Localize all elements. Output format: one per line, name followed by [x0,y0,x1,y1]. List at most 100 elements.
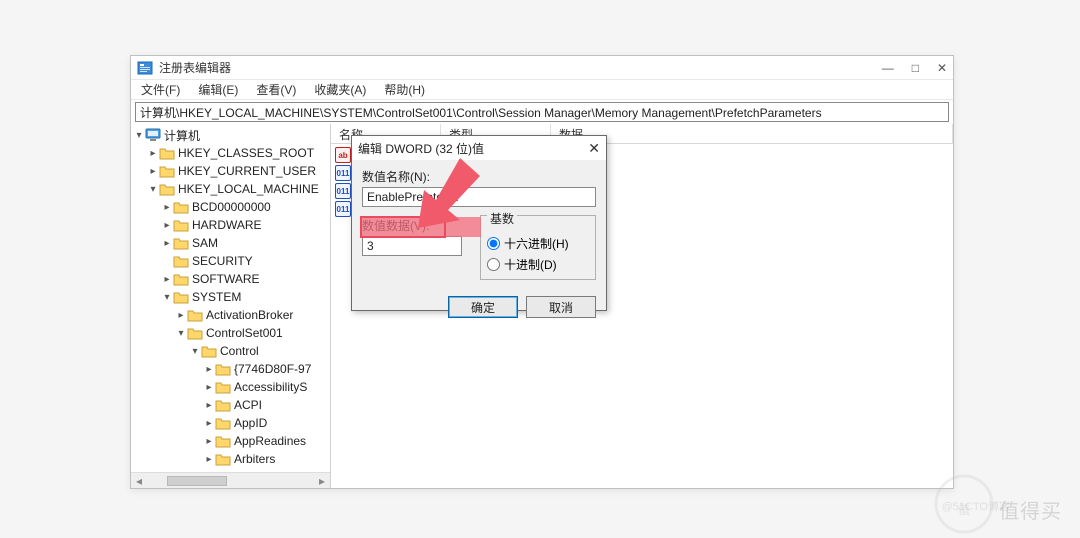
column-data[interactable]: 数据 [551,124,953,143]
watermark-text: 值得买 [999,495,1062,524]
value-data-input[interactable] [362,236,462,256]
radio-dec-row[interactable]: 十进制(D) [487,256,589,273]
titlebar[interactable]: 注册表编辑器 — □ ✕ [131,56,953,80]
radio-hex-row[interactable]: 十六进制(H) [487,235,589,252]
expand-icon[interactable]: ▸ [147,166,159,177]
scroll-right-icon[interactable]: ▸ [314,474,330,488]
expand-icon[interactable]: ▸ [147,148,159,159]
folder-icon [215,452,231,466]
cancel-button[interactable]: 取消 [526,296,596,318]
tree-label: Control [220,344,259,358]
expand-icon[interactable]: ▸ [161,274,173,285]
ok-button[interactable]: 确定 [448,296,518,318]
tree-label: HKEY_CLASSES_ROOT [178,146,314,160]
folder-icon [159,164,175,178]
dword-value-icon: 011 [335,201,351,217]
scrollbar-thumb[interactable] [167,476,227,486]
close-button[interactable]: ✕ [937,61,947,75]
tree-label: ACPI [234,398,262,412]
folder-icon [173,272,189,286]
folder-icon [215,398,231,412]
folder-icon [173,218,189,232]
dialog-titlebar[interactable]: 编辑 DWORD (32 位)值 ✕ [352,136,606,160]
folder-icon [201,344,217,358]
tree-controlset001[interactable]: ▾ControlSet001 [131,324,330,342]
maximize-button[interactable]: □ [912,61,919,75]
tree-label: BCD00000000 [192,200,271,214]
base-groupbox: 基数 十六进制(H) 十进制(D) [480,215,596,280]
tree-label: Arbiters [234,452,275,466]
radio-hex-label: 十六进制(H) [504,235,569,252]
expand-icon[interactable]: ▸ [203,454,215,465]
value-name-input[interactable] [362,187,596,207]
tree-label: SECURITY [192,254,253,268]
expand-icon[interactable]: ▸ [203,418,215,429]
horizontal-scrollbar[interactable]: ◂ ▸ [131,472,330,488]
folder-icon [173,236,189,250]
tree-guid[interactable]: ▸{7746D80F-97 [131,360,330,378]
expand-icon[interactable]: ▾ [133,130,145,141]
tree-bcd[interactable]: ▸ BCD00000000 [131,198,330,216]
expand-icon[interactable] [161,256,173,267]
menu-file[interactable]: 文件(F) [137,80,184,99]
expand-icon[interactable]: ▾ [175,328,187,339]
tree-label: AppID [234,416,267,430]
minimize-button[interactable]: — [882,61,894,75]
tree-appid[interactable]: ▸ AppID [131,414,330,432]
tree-label: SYSTEM [192,290,241,304]
tree-appreadines[interactable]: ▸ AppReadines [131,432,330,450]
folder-icon [159,146,175,160]
expand-icon[interactable]: ▸ [203,400,215,411]
window-title: 注册表编辑器 [159,59,882,76]
tree-view[interactable]: ▾ 计算机 ▸ HKEY_CLASSES_ROOT ▸ HKEY_CURRENT… [131,124,330,472]
dword-value-icon: 011 [335,183,351,199]
string-value-icon: ab [335,147,351,163]
tree-hklm[interactable]: ▾ HKEY_LOCAL_MACHINE [131,180,330,198]
tree-security[interactable]: SECURITY [131,252,330,270]
tree-software[interactable]: ▸ SOFTWARE [131,270,330,288]
edit-dword-dialog: 编辑 DWORD (32 位)值 ✕ 数值名称(N): 数值数据(V): 基数 … [351,135,607,311]
tree-system[interactable]: ▾ SYSTEM [131,288,330,306]
menu-favorites[interactable]: 收藏夹(A) [310,80,370,99]
expand-icon[interactable]: ▾ [147,184,159,195]
folder-icon [187,308,203,322]
tree-control[interactable]: ▾ Control [131,342,330,360]
radio-dec-label: 十进制(D) [504,256,557,273]
close-icon[interactable]: ✕ [588,140,600,157]
tree-label: 计算机 [164,127,200,144]
tree-arbiters[interactable]: ▸ Arbiters [131,450,330,468]
scroll-left-icon[interactable]: ◂ [131,474,147,488]
tree-hkcu[interactable]: ▸ HKEY_CURRENT_USER [131,162,330,180]
expand-icon[interactable]: ▸ [161,238,173,249]
tree-root[interactable]: ▾ 计算机 [131,126,330,144]
tree-sam[interactable]: ▸SAM [131,234,330,252]
menu-view[interactable]: 查看(V) [252,80,300,99]
expand-icon[interactable]: ▾ [161,292,173,303]
folder-icon [173,290,189,304]
tree-activationbroker[interactable]: ▸ActivationBroker [131,306,330,324]
expand-icon[interactable]: ▸ [203,382,215,393]
address-bar[interactable]: 计算机\HKEY_LOCAL_MACHINE\SYSTEM\ControlSet… [135,102,949,122]
base-legend: 基数 [487,210,517,227]
expand-icon[interactable]: ▸ [175,310,187,321]
folder-icon [215,380,231,394]
menu-edit[interactable]: 编辑(E) [194,80,242,99]
expand-icon[interactable]: ▸ [203,436,215,447]
expand-icon[interactable]: ▸ [161,202,173,213]
radio-dec[interactable] [487,258,500,271]
tree-accessibility[interactable]: ▸AccessibilityS [131,378,330,396]
value-name-label: 数值名称(N): [362,168,596,185]
expand-icon[interactable]: ▾ [189,346,201,357]
tree-label: SOFTWARE [192,272,260,286]
folder-icon [215,362,231,376]
expand-icon[interactable]: ▸ [161,220,173,231]
tree-hkcr[interactable]: ▸ HKEY_CLASSES_ROOT [131,144,330,162]
computer-icon [145,128,161,142]
menu-help[interactable]: 帮助(H) [380,80,429,99]
tree-label: AppReadines [234,434,306,448]
expand-icon[interactable]: ▸ [203,364,215,375]
regedit-icon [137,60,153,76]
radio-hex[interactable] [487,237,500,250]
tree-hardware[interactable]: ▸HARDWARE [131,216,330,234]
tree-acpi[interactable]: ▸ ACPI [131,396,330,414]
